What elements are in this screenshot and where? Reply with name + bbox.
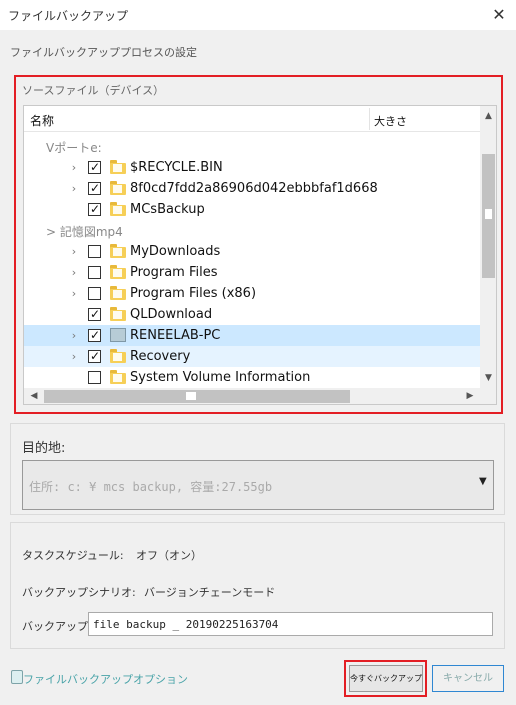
vertical-scrollbar[interactable]: ▲ ▼: [480, 106, 496, 388]
dropdown-arrow-icon[interactable]: ▼: [479, 476, 487, 487]
computer-icon: [110, 328, 126, 342]
column-header-size[interactable]: 大きさ: [374, 113, 407, 129]
scroll-up-arrow-icon[interactable]: ▲: [480, 108, 496, 124]
scroll-right-arrow-icon[interactable]: ▶: [462, 388, 478, 404]
window-title: ファイルバックアップ: [8, 9, 129, 23]
tree-row[interactable]: › Program Files: [24, 262, 480, 283]
tree-checkbox[interactable]: [88, 287, 101, 300]
tree-group-row[interactable]: > 記憶図mp4: [24, 220, 480, 241]
schedule-value-link[interactable]: オフ（オン）: [136, 547, 202, 563]
tree-row[interactable]: › ✓ RENEELAB-PC: [24, 325, 480, 346]
tree-group-row[interactable]: Vポートe:: [24, 136, 480, 157]
expand-chevron-icon[interactable]: ›: [69, 346, 79, 367]
folder-icon: [110, 349, 126, 363]
backup-name-input[interactable]: [88, 612, 493, 636]
folder-icon: [110, 307, 126, 321]
scrollbar-corner: [480, 388, 496, 404]
tree-checkbox[interactable]: ✓: [88, 307, 101, 321]
source-files-label: ソースファイル（デバイス）: [22, 84, 165, 97]
tree-checkbox[interactable]: [88, 266, 101, 279]
tree-item-label: Recovery: [130, 349, 191, 364]
expand-chevron-icon[interactable]: ›: [69, 178, 79, 199]
column-divider[interactable]: [369, 108, 370, 130]
folder-icon: [110, 286, 126, 300]
tree-checkbox[interactable]: ✓: [88, 160, 101, 174]
cancel-button[interactable]: キャンセル: [432, 665, 504, 692]
options-icon[interactable]: [11, 670, 23, 684]
destination-dropdown[interactable]: 住所: c: ¥ mcs backup, 容量:27.55gb ▼: [22, 460, 494, 510]
tree-group-label: Vポートe:: [46, 141, 102, 155]
folder-icon: [110, 160, 126, 174]
tree-row[interactable]: System Volume Information: [24, 367, 480, 388]
tree-group-label: > 記憶図mp4: [46, 225, 123, 239]
tree-row[interactable]: › ✓ Recovery: [24, 346, 480, 367]
close-icon[interactable]: ✕: [488, 4, 510, 26]
tree-item-label: System Volume Information: [130, 370, 311, 385]
tree-item-label: $RECYCLE.BIN: [130, 160, 223, 175]
tree-row[interactable]: › ✓ 8f0cd7fdd2a86906d042ebbbfaf1d668: [24, 178, 480, 199]
tree-checkbox[interactable]: ✓: [88, 328, 101, 342]
backup-options-link[interactable]: ファイルバックアップオプション: [23, 671, 188, 687]
source-tree-view[interactable]: 名称 大きさ Vポートe: › ✓ $RECYCLE.BIN › ✓ 8f0cd7fdd2a…: [23, 105, 497, 405]
scenario-label: バックアップシナリオ:: [22, 586, 136, 599]
tree-item-label: RENEELAB-PC: [130, 328, 221, 343]
expand-chevron-icon[interactable]: ›: [69, 157, 79, 178]
folder-icon: [110, 370, 126, 384]
scroll-grip: [485, 209, 492, 219]
tree-item-label: MyDownloads: [130, 244, 221, 259]
tree-checkbox[interactable]: ✓: [88, 349, 101, 363]
title-bar: ファイルバックアップ ✕: [0, 0, 516, 30]
folder-icon: [110, 181, 126, 195]
tree-row[interactable]: › MyDownloads: [24, 241, 480, 262]
schedule-label: タスクスケジュール:: [22, 549, 124, 562]
scroll-grip: [186, 392, 196, 400]
destination-label: 目的地:: [22, 441, 66, 456]
tree-item-label: Program Files (x86): [130, 286, 257, 301]
tree-item-label: QLDownload: [130, 307, 213, 322]
horizontal-scrollbar[interactable]: ◀ ▶: [24, 388, 480, 404]
scroll-down-arrow-icon[interactable]: ▼: [480, 370, 496, 386]
tree-row[interactable]: › ✓ $RECYCLE.BIN: [24, 157, 480, 178]
scenario-value: バージョンチェーンモード: [144, 586, 276, 599]
column-header-name[interactable]: 名称: [30, 112, 54, 129]
tree-item-label: 8f0cd7fdd2a86906d042ebbbfaf1d668: [130, 181, 378, 196]
expand-chevron-icon[interactable]: ›: [69, 241, 79, 262]
tree-item-label: MCsBackup: [130, 202, 205, 217]
folder-icon: [110, 202, 126, 216]
expand-chevron-icon[interactable]: ›: [69, 283, 79, 304]
tree-row[interactable]: ✓ MCsBackup: [24, 199, 480, 220]
folder-icon: [110, 244, 126, 258]
folder-icon: [110, 265, 126, 279]
tree-row[interactable]: › Program Files (x86): [24, 283, 480, 304]
section-caption: ファイルバックアッププロセスの設定: [10, 46, 197, 59]
vertical-scroll-thumb[interactable]: [482, 154, 495, 278]
tree-checkbox[interactable]: ✓: [88, 181, 101, 195]
scroll-left-arrow-icon[interactable]: ◀: [26, 388, 42, 404]
destination-value: 住所: c: ¥ mcs backup, 容量:27.55gb: [29, 480, 273, 494]
tree-checkbox[interactable]: ✓: [88, 202, 101, 216]
tree-item-label: Program Files: [130, 265, 218, 280]
tree-checkbox[interactable]: [88, 371, 101, 384]
expand-chevron-icon[interactable]: ›: [69, 262, 79, 283]
tree-header: 名称 大きさ: [24, 106, 480, 132]
tree-checkbox[interactable]: [88, 245, 101, 258]
tree-row[interactable]: ✓ QLDownload: [24, 304, 480, 325]
expand-chevron-icon[interactable]: ›: [69, 325, 79, 346]
backup-now-button[interactable]: 今すぐバックアップ: [349, 665, 423, 692]
horizontal-scroll-thumb[interactable]: [44, 390, 350, 403]
